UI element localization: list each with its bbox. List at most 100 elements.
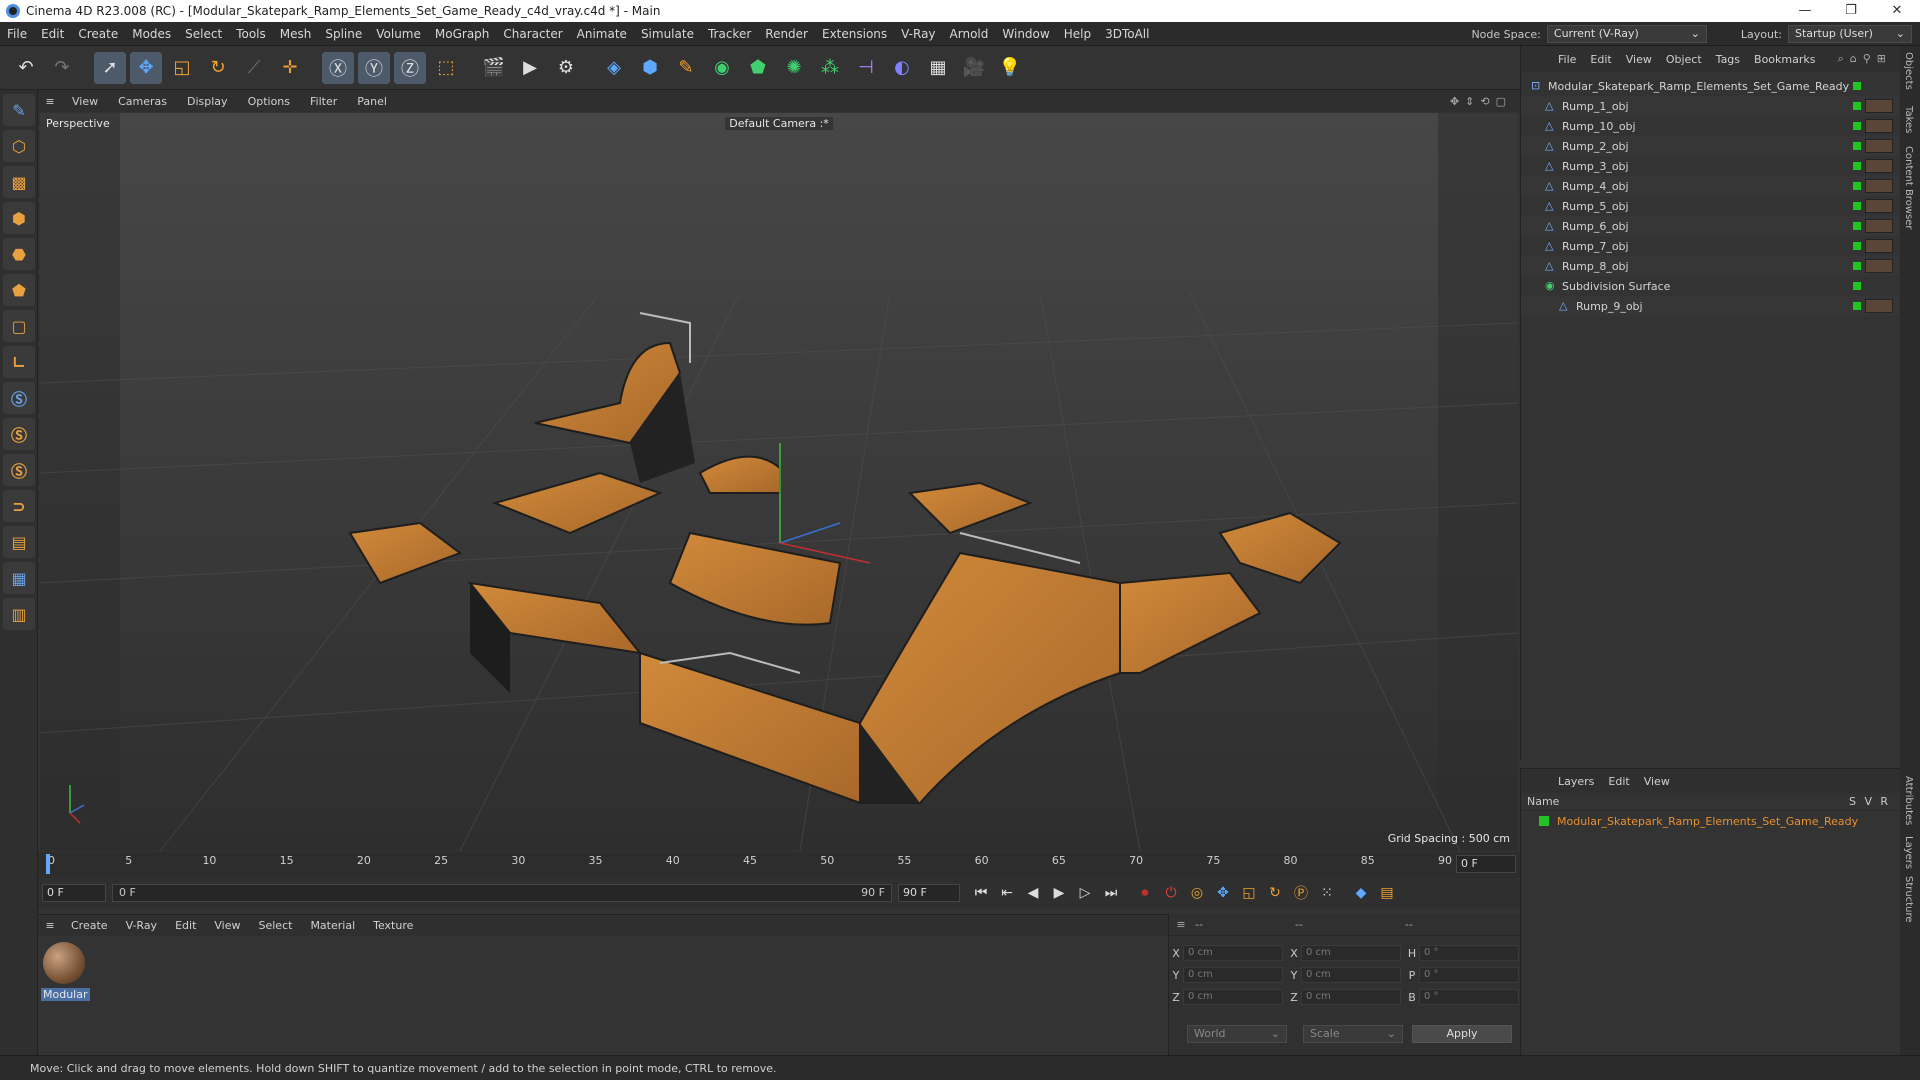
menu-volume[interactable]: Volume [369, 27, 428, 41]
recent-tool-icon[interactable]: ⟋ [238, 52, 270, 84]
mat-menu-view[interactable]: View [205, 919, 249, 932]
object-row[interactable]: △ Rump_1_obj [1521, 96, 1899, 116]
menu-edit[interactable]: Edit [34, 27, 71, 41]
material-name[interactable]: Modular [41, 988, 90, 1001]
keyframe-selection-icon[interactable]: ◎ [1184, 881, 1210, 905]
menu-file[interactable]: File [0, 27, 34, 41]
magnet-icon[interactable]: ⊃ [3, 490, 35, 522]
object-name[interactable]: Subdivision Surface [1562, 280, 1670, 293]
side-tab-layers[interactable]: Layers [1903, 836, 1914, 869]
mat-menu-create[interactable]: Create [62, 919, 117, 932]
render-picture-viewer-icon[interactable]: ▶ [514, 52, 546, 84]
previous-frame-icon[interactable]: ◀ [1020, 881, 1046, 905]
menu-mograph[interactable]: MoGraph [428, 27, 497, 41]
object-row[interactable]: ◉ Subdivision Surface [1521, 276, 1899, 296]
object-row[interactable]: △ Rump_6_obj [1521, 216, 1899, 236]
object-name[interactable]: Rump_4_obj [1562, 180, 1629, 193]
menu-help[interactable]: Help [1057, 27, 1098, 41]
pen-spline-icon[interactable]: ✎ [670, 52, 702, 84]
mat-menu-select[interactable]: Select [250, 919, 302, 932]
hamburger-icon[interactable]: ≡ [38, 95, 62, 108]
side-tab-objects[interactable]: Objects [1903, 52, 1914, 90]
minimize-button[interactable]: — [1782, 0, 1828, 22]
menu-3dtoall[interactable]: 3DToAll [1098, 27, 1156, 41]
visibility-dot[interactable] [1853, 242, 1861, 250]
layer-menu-view[interactable]: View [1637, 775, 1677, 788]
viewport-menu-cameras[interactable]: Cameras [108, 95, 177, 108]
snap-s3-icon[interactable]: Ⓢ [3, 454, 35, 486]
object-row[interactable]: △ Rump_8_obj [1521, 256, 1899, 276]
viewport-menu-view[interactable]: View [62, 95, 108, 108]
material-tag-icon[interactable] [1865, 179, 1893, 193]
menu-modes[interactable]: Modes [125, 27, 178, 41]
key-parameter-icon[interactable]: Ⓟ [1288, 881, 1314, 905]
camera-icon[interactable]: 🎥 [958, 52, 990, 84]
previous-key-icon[interactable]: ⇤ [994, 881, 1020, 905]
object-row[interactable]: △ Rump_2_obj [1521, 136, 1899, 156]
object-name[interactable]: Rump_8_obj [1562, 260, 1629, 273]
menu-simulate[interactable]: Simulate [634, 27, 701, 41]
object-name[interactable]: Rump_10_obj [1562, 120, 1636, 133]
timeline-window-icon[interactable]: ▤ [1374, 881, 1400, 905]
go-to-end-icon[interactable]: ⏭ [1098, 881, 1124, 905]
node-space-dropdown[interactable]: Current (V-Ray) ⌄ [1546, 25, 1707, 43]
grid-icon[interactable]: ▦ [3, 562, 35, 594]
visibility-dot[interactable] [1853, 302, 1861, 310]
position-y-field[interactable]: 0 cm [1183, 967, 1283, 983]
apply-button[interactable]: Apply [1412, 1025, 1512, 1043]
obj-menu-bookmarks[interactable]: Bookmarks [1747, 53, 1822, 66]
key-position-icon[interactable]: ✥ [1210, 881, 1236, 905]
visibility-dot[interactable] [1853, 122, 1861, 130]
search-icon[interactable]: ⌕⌂⚲⊞ [1838, 52, 1892, 66]
object-name[interactable]: Rump_9_obj [1576, 300, 1643, 313]
end-frame-field[interactable]: 90 F [898, 884, 960, 902]
close-button[interactable]: ✕ [1874, 0, 1920, 22]
make-editable-icon[interactable]: ✎ [3, 94, 35, 126]
layer-row[interactable]: Modular_Skatepark_Ramp_Elements_Set_Game… [1521, 811, 1900, 831]
menu-select[interactable]: Select [178, 27, 229, 41]
hamburger-icon[interactable]: ≡ [1169, 918, 1193, 931]
points-mode-icon[interactable]: ⬢ [3, 202, 35, 234]
material-tag-icon[interactable] [1865, 139, 1893, 153]
mat-menu-vray[interactable]: V-Ray [117, 919, 167, 932]
side-tab-takes[interactable]: Takes [1903, 106, 1914, 133]
material-tag-icon[interactable] [1865, 99, 1893, 113]
field-icon[interactable]: ◐ [886, 52, 918, 84]
object-row[interactable]: △ Rump_9_obj [1521, 296, 1899, 316]
play-icon[interactable]: ▶ [1046, 881, 1072, 905]
frame-range-slider[interactable]: 0 F 90 F [112, 884, 892, 902]
object-name[interactable]: Rump_7_obj [1562, 240, 1629, 253]
menu-character[interactable]: Character [496, 27, 569, 41]
perspective-viewport[interactable]: Perspective Default Camera :* Grid Spaci… [40, 113, 1518, 851]
viewport-menu-options[interactable]: Options [238, 95, 300, 108]
layer-color-swatch[interactable] [1539, 816, 1549, 826]
motion-system-icon[interactable]: ◆ [1348, 881, 1374, 905]
material-tag-icon[interactable] [1865, 259, 1893, 273]
lock-workplane-icon[interactable]: ▥ [3, 598, 35, 630]
material-thumbnail[interactable] [43, 942, 85, 984]
layout-dropdown[interactable]: Startup (User) ⌄ [1788, 25, 1912, 43]
light-icon[interactable]: 💡 [994, 52, 1026, 84]
menu-arnold[interactable]: Arnold [943, 27, 996, 41]
viewport-camera-label[interactable]: Default Camera :* [725, 117, 833, 130]
obj-menu-object[interactable]: Object [1659, 53, 1709, 66]
key-rotation-icon[interactable]: ↻ [1262, 881, 1288, 905]
model-mode-icon[interactable]: ⬡ [3, 130, 35, 162]
snap-s2-icon[interactable]: Ⓢ [3, 418, 35, 450]
object-row[interactable]: △ Rump_7_obj [1521, 236, 1899, 256]
move-tool-icon[interactable]: ✥ [130, 51, 162, 84]
size-mode-dropdown[interactable]: Scale ⌄ [1303, 1025, 1403, 1043]
select-tool-icon[interactable]: ➚ [94, 51, 126, 84]
position-x-field[interactable]: 0 cm [1183, 945, 1283, 961]
object-name[interactable]: Rump_6_obj [1562, 220, 1629, 233]
key-pla-icon[interactable]: ⁙ [1314, 881, 1340, 905]
side-tab-attributes[interactable]: Attributes [1903, 776, 1914, 825]
current-frame-field[interactable]: 0 F [1456, 855, 1516, 873]
maximize-button[interactable]: ❐ [1828, 0, 1874, 22]
extrude-icon[interactable]: ⬟ [742, 52, 774, 84]
visibility-dot[interactable] [1853, 282, 1861, 290]
material-tag-icon[interactable] [1865, 159, 1893, 173]
position-z-field[interactable]: 0 cm [1183, 989, 1283, 1005]
obj-menu-file[interactable]: File [1551, 53, 1583, 66]
object-name[interactable]: Rump_2_obj [1562, 140, 1629, 153]
